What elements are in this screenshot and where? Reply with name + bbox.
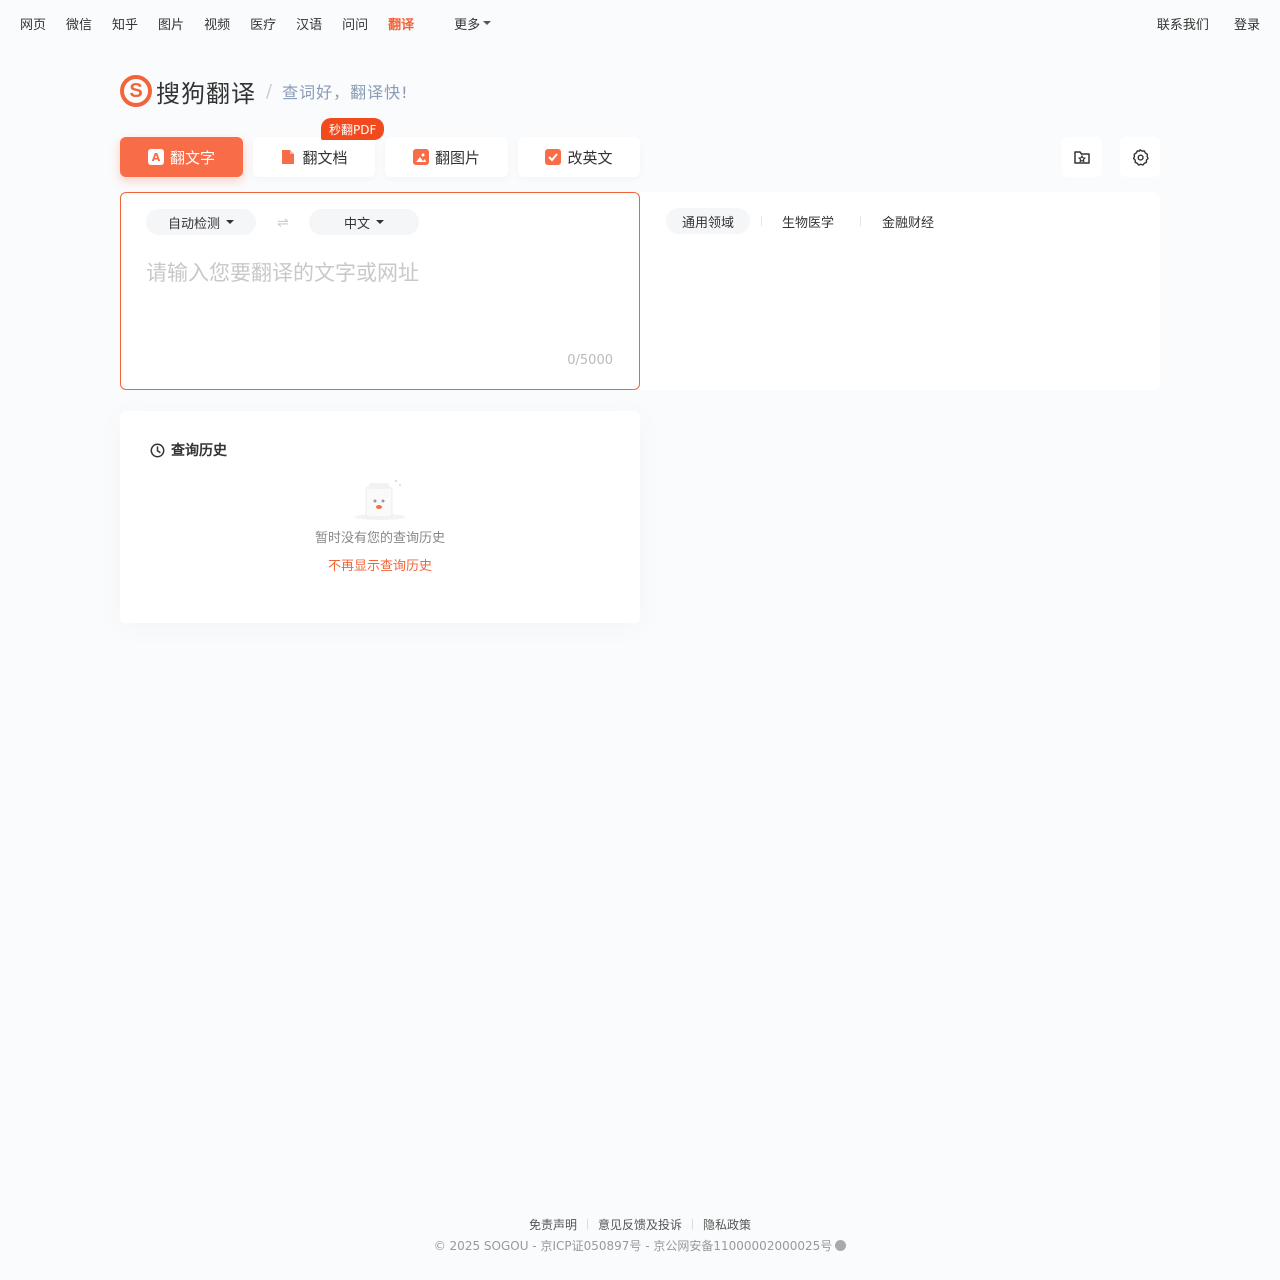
hide-history-link[interactable]: 不再显示查询历史 <box>120 555 640 574</box>
logo-name[interactable]: 搜狗翻译 <box>156 74 256 109</box>
target-language-select[interactable]: 中文 <box>309 209 419 235</box>
feedback-link[interactable]: 意见反馈及投诉 <box>598 1216 682 1233</box>
star-folder-icon <box>1074 151 1090 164</box>
footer-divider <box>586 1219 588 1230</box>
sogou-logo-icon[interactable]: S <box>120 75 152 107</box>
footer-divider <box>692 1219 693 1230</box>
copyright: © 2025 SOGOU - 京ICP证050897号 - 京公网安备11000… <box>0 1237 1280 1254</box>
tab-translate-image-label: 翻图片 <box>434 148 480 167</box>
tab-translate-doc-label: 翻文档 <box>302 148 348 167</box>
source-language-select[interactable]: 自动检测 <box>146 209 256 235</box>
nav-translate[interactable]: 翻译 <box>388 14 414 33</box>
logo-separator: / <box>266 80 273 102</box>
domain-general[interactable]: 通用领域 <box>666 208 751 234</box>
history-card: 查询历史 暂时没有您的查询历史 不再显示查询历史 <box>120 411 640 623</box>
nav-more[interactable]: 更多 <box>454 14 492 33</box>
target-panel: 通用领域 生物医学 金融财经 <box>640 192 1160 390</box>
settings-button[interactable] <box>1120 137 1160 177</box>
empty-box-illustration-icon <box>354 479 406 520</box>
text-translate-icon: A <box>147 149 164 165</box>
tab-improve-english[interactable]: 改英文 <box>518 137 640 177</box>
logo-row: S 搜狗翻译 / 查词好，翻译快! <box>120 72 409 110</box>
history-header: 查询历史 <box>150 440 227 460</box>
favorites-button[interactable] <box>1062 137 1102 177</box>
disclaimer-link[interactable]: 免责声明 <box>529 1216 577 1233</box>
login-link[interactable]: 登录 <box>1234 14 1260 33</box>
source-panel: 自动检测 ⇌ 中文 0/5000 <box>120 192 640 390</box>
tab-translate-doc[interactable]: 翻文档 <box>253 137 375 177</box>
nav-video[interactable]: 视频 <box>204 14 230 33</box>
nav-zhihu[interactable]: 知乎 <box>112 14 138 33</box>
history-title: 查询历史 <box>171 443 227 459</box>
contact-us-link[interactable]: 联系我们 <box>1157 14 1209 33</box>
nav-more-label: 更多 <box>454 17 481 33</box>
domain-biomedical[interactable]: 生物医学 <box>766 208 850 234</box>
privacy-link[interactable]: 隐私政策 <box>703 1216 751 1233</box>
document-icon <box>280 149 296 165</box>
police-badge-icon <box>835 1240 847 1251</box>
tab-translate-text[interactable]: A 翻文字 <box>120 137 243 177</box>
nav-wenwen[interactable]: 问问 <box>342 14 368 33</box>
logo-slogan: 查词好，翻译快! <box>282 83 409 102</box>
nav-web[interactable]: 网页 <box>20 14 46 33</box>
history-empty-message: 暂时没有您的查询历史 <box>314 531 445 546</box>
caret-down-icon <box>226 220 234 224</box>
target-language-label: 中文 <box>343 216 370 232</box>
tab-translate-text-label: 翻文字 <box>169 148 215 167</box>
caret-down-icon <box>483 21 492 25</box>
tab-improve-english-label: 改英文 <box>567 148 613 167</box>
source-language-label: 自动检测 <box>167 216 220 232</box>
nav-weixin[interactable]: 微信 <box>66 14 92 33</box>
nav-images[interactable]: 图片 <box>158 14 184 33</box>
pdf-badge[interactable]: 秒翻PDF <box>321 118 385 140</box>
image-icon <box>412 149 429 165</box>
char-counter: 0/5000 <box>567 353 613 368</box>
domain-divider <box>761 216 762 226</box>
domain-divider <box>860 216 861 226</box>
edit-check-icon <box>545 149 562 165</box>
source-text-input[interactable] <box>146 257 616 347</box>
top-nav-right: 联系我们 登录 <box>1137 14 1260 33</box>
top-nav-links: 网页 微信 知乎 图片 视频 医疗 汉语 问问 翻译 更多 <box>20 14 492 33</box>
top-nav: 网页 微信 知乎 图片 视频 医疗 汉语 问问 翻译 更多 联系我们 登录 <box>0 0 1280 46</box>
nav-hanyu[interactable]: 汉语 <box>296 14 322 33</box>
footer-links: 免责声明 意见反馈及投诉 隐私政策 <box>0 1216 1280 1233</box>
caret-down-icon <box>376 220 384 224</box>
swap-languages-icon[interactable]: ⇌ <box>277 215 289 231</box>
tab-translate-image[interactable]: 翻图片 <box>385 137 508 177</box>
gear-icon <box>1132 149 1149 166</box>
clock-icon <box>150 443 165 457</box>
nav-medical[interactable]: 医疗 <box>250 14 276 33</box>
domain-finance[interactable]: 金融财经 <box>866 208 950 234</box>
copyright-text: © 2025 SOGOU - 京ICP证050897号 - 京公网安备11000… <box>433 1239 833 1253</box>
